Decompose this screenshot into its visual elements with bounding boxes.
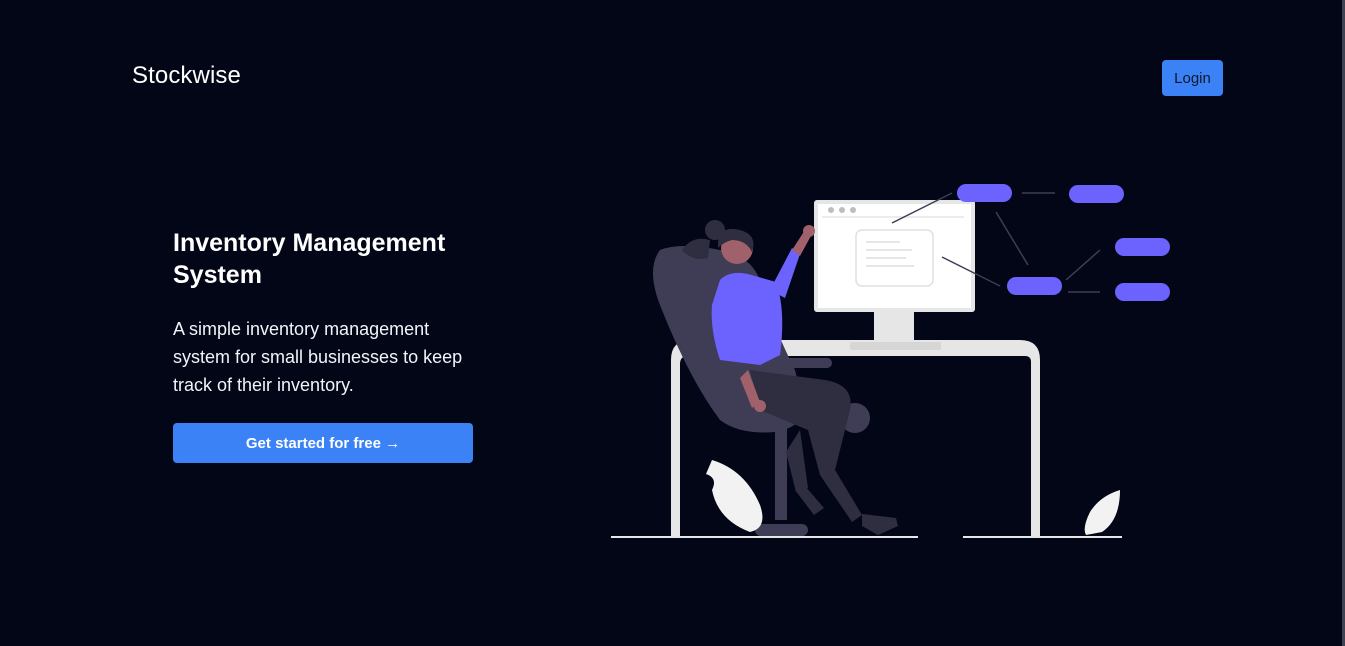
hero-title: Inventory Management System <box>173 229 446 289</box>
flow-nodes <box>957 184 1170 301</box>
leaf-plant-left <box>706 460 763 532</box>
brand-logo-text[interactable]: Stockwise <box>132 62 241 90</box>
hero-description: A simple inventory management system for… <box>173 319 463 395</box>
landing-page: Stockwise Login Inventory Management Sys… <box>0 0 1345 646</box>
get-started-button[interactable]: Get started for free → <box>173 423 473 463</box>
leaf-plant-right <box>1084 490 1120 535</box>
login-button[interactable]: Login <box>1162 60 1223 96</box>
hero-illustration <box>611 184 1170 538</box>
